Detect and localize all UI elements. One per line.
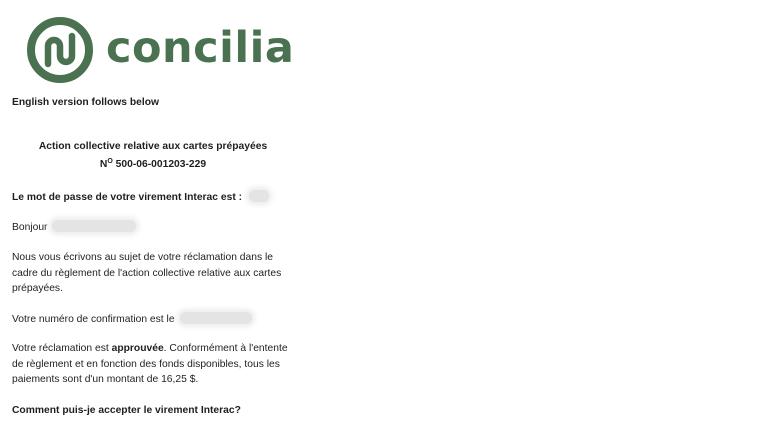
password-line: Le mot de passe de votre virement Intera… — [12, 190, 269, 206]
greeting-line: Bonjour — [12, 220, 137, 236]
intro-line-1: Nous vous écrivons au sujet de votre réc… — [12, 252, 273, 263]
password-label: Le mot de passe de votre virement Intera… — [12, 192, 243, 203]
confirmation-line: Votre numéro de confirmation est le — [12, 312, 253, 328]
intro-line-2: cadre du règlement de l'action collectiv… — [12, 267, 282, 279]
approval-suffix: . Conformément à l'entente — [163, 343, 288, 354]
approval-prefix: Votre réclamation est — [12, 343, 112, 354]
interac-question: Comment puis-je accepter le virement Int… — [12, 405, 241, 416]
approval-line-2: de règlement et en fonction des fonds di… — [12, 358, 280, 370]
case-number: NO 500-06-001203-229 — [0, 158, 306, 170]
approval-line-3: paiements sont d'un montant de 16,25 $. — [12, 374, 199, 385]
redacted-name — [52, 220, 137, 232]
case-number-value: 500-06-001203-229 — [112, 159, 207, 170]
concilia-logo-icon — [26, 16, 94, 84]
concilia-logo: concilia — [26, 16, 294, 84]
redacted-password — [248, 190, 269, 202]
brand-wordmark: concilia — [106, 22, 295, 73]
english-version-note: English version follows below — [12, 97, 160, 108]
greeting: Bonjour — [12, 222, 48, 233]
approved-word: approuvée — [111, 343, 164, 354]
intro-line-3: prépayées. — [12, 283, 63, 294]
approval-line-1: Votre réclamation est approuvée. Conform… — [12, 341, 288, 357]
confirmation-label: Votre numéro de confirmation est le — [12, 314, 175, 325]
email-title: Action collective relative aux cartes pr… — [38, 141, 268, 152]
redacted-confirmation-number — [180, 312, 253, 324]
